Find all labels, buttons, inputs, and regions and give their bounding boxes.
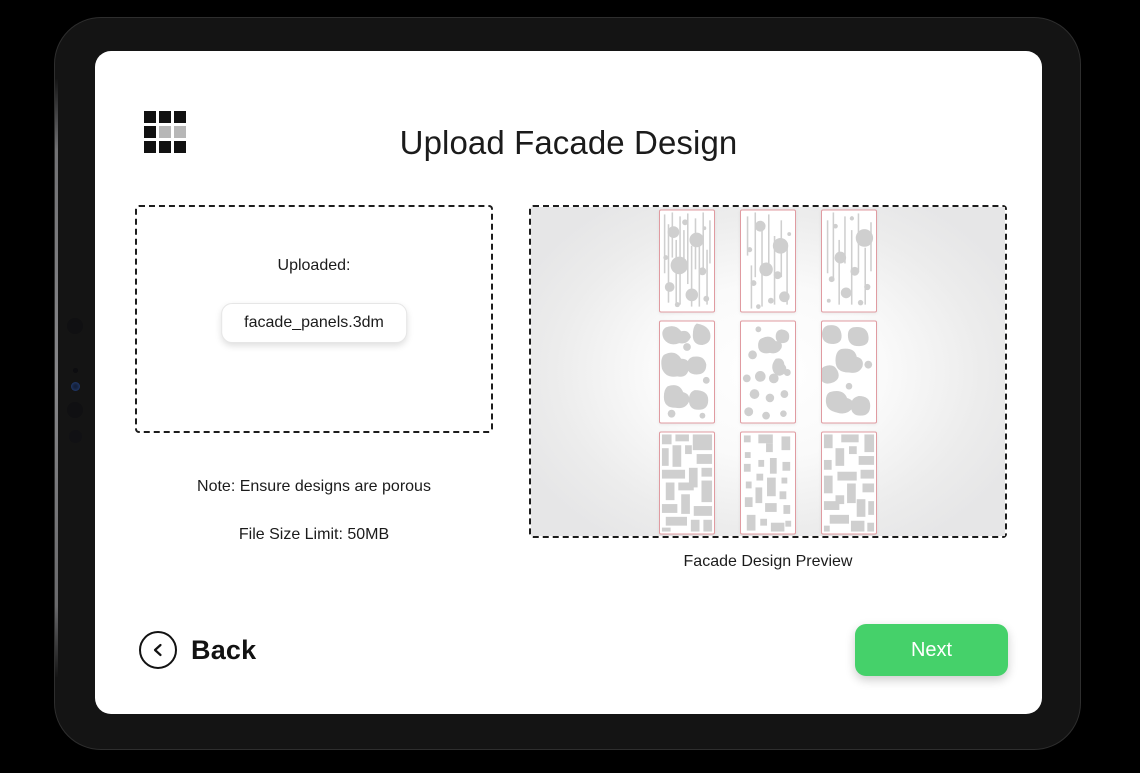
tablet-screen: Upload Facade Design Uploaded: facade_pa…: [95, 51, 1042, 714]
facade-panel[interactable]: [659, 431, 715, 534]
organic-blobs-pattern: [661, 322, 711, 419]
file-size-limit-text: File Size Limit: 50MB: [238, 526, 390, 543]
facade-panel[interactable]: [740, 320, 796, 423]
uploaded-file-chip[interactable]: facade_panels.3dm: [221, 303, 407, 343]
blocky-maze-pattern: [743, 433, 792, 532]
organic-blobs-pattern: [742, 325, 791, 420]
preview-canvas: [531, 207, 1005, 536]
blocky-maze-pattern: [661, 433, 713, 532]
grid-cell: [144, 111, 156, 123]
grid-cell: [174, 111, 186, 123]
bezel-sensor-2: [73, 368, 78, 373]
organic-blobs-pattern: [822, 324, 873, 416]
chevron-left-circle-icon: [139, 631, 177, 669]
tablet-device-frame: Upload Facade Design Uploaded: facade_pa…: [55, 18, 1080, 749]
page-title: Upload Facade Design: [399, 124, 738, 161]
facade-panel-grid: [659, 209, 877, 534]
uploaded-label: Uploaded:: [277, 257, 351, 274]
facade-panel[interactable]: [821, 431, 877, 534]
screenshot-root: Upload Facade Design Uploaded: facade_pa…: [0, 0, 1140, 773]
facade-panel[interactable]: [659, 209, 715, 312]
preview-caption: Facade Design Preview: [683, 553, 853, 570]
main-content: Uploaded: facade_panels.3dm Note: Ensure…: [95, 179, 1042, 609]
facade-panel[interactable]: [821, 209, 877, 312]
vertical-lines-circles-pattern: [826, 211, 874, 305]
back-button[interactable]: Back: [139, 631, 256, 669]
grid-cell: [159, 111, 171, 123]
facade-panel[interactable]: [740, 209, 796, 312]
facade-panel[interactable]: [659, 320, 715, 423]
bezel-sensor-1: [67, 318, 83, 334]
bezel-camera-icon: [71, 382, 80, 391]
vertical-lines-circles-pattern: [746, 211, 792, 309]
facade-panel[interactable]: [740, 431, 796, 534]
facade-panel[interactable]: [821, 320, 877, 423]
app-header: Upload Facade Design: [95, 51, 1042, 179]
back-button-label: Back: [191, 634, 257, 665]
bezel-sensor-3: [67, 402, 83, 418]
porous-note-text: Note: Ensure designs are porous: [197, 478, 431, 495]
facade-preview-dropzone[interactable]: [529, 205, 1007, 538]
next-button[interactable]: Next: [855, 624, 1008, 676]
footer-nav: Back Next: [95, 609, 1042, 714]
blocky-maze-pattern: [823, 433, 875, 532]
bezel-sensor-4: [69, 430, 82, 443]
upload-dropzone[interactable]: Uploaded: facade_panels.3dm: [135, 205, 493, 433]
vertical-lines-circles-pattern: [663, 211, 711, 307]
